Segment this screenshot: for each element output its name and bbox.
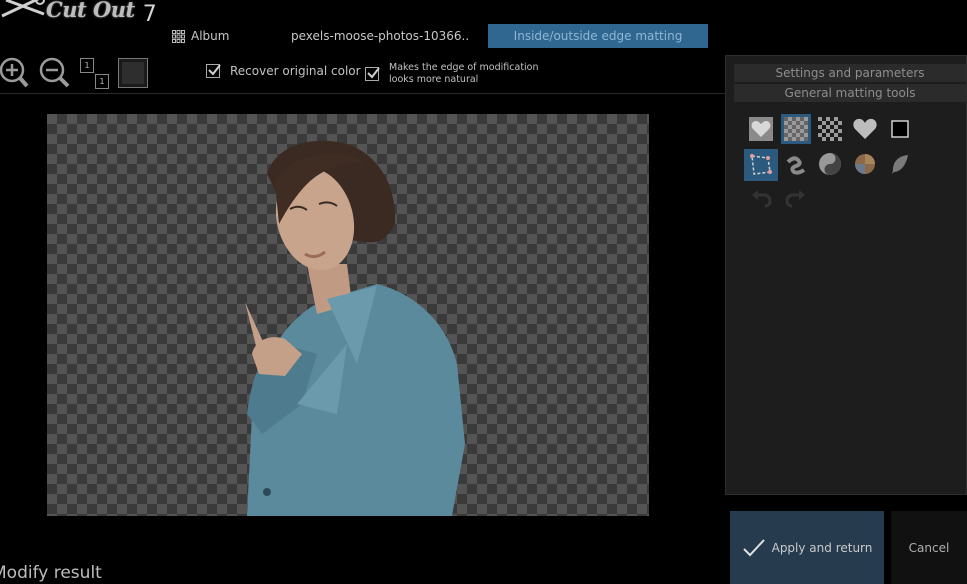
lasso-icon [750, 154, 772, 175]
natural-edge-line1: Makes the edge of modification [389, 62, 539, 73]
undo-icon [752, 190, 772, 208]
cancel-button[interactable]: Cancel [891, 511, 967, 584]
checkerboard-icon [784, 117, 808, 141]
tab-album[interactable]: Album [172, 24, 229, 48]
fit-window-icon [122, 62, 144, 84]
undo-button[interactable] [746, 183, 776, 213]
tab-file[interactable]: pexels-moose-photos-10366.. [291, 24, 469, 48]
checkerboard-dark-icon [818, 117, 842, 141]
natural-edge-line2: looks more natural [389, 74, 479, 85]
brush-strokes-icon [786, 156, 806, 175]
brush-tool[interactable] [781, 149, 811, 179]
recover-color-label: Recover original color [230, 64, 361, 78]
app-version: 7 [142, 2, 157, 27]
app-logo: Cut Out 7 [0, 0, 157, 30]
fit-window-button[interactable] [118, 58, 148, 88]
modify-result-label: Modify result [0, 563, 102, 583]
actual-size-button[interactable]: 1 1 [80, 58, 110, 90]
yin-yang-icon [819, 153, 841, 175]
checkmark-icon [367, 67, 380, 79]
tab-album-label: Album [191, 29, 230, 43]
transparent-tool[interactable] [815, 114, 845, 144]
feather-icon [892, 155, 908, 174]
rectangle-tool[interactable] [885, 114, 915, 144]
zoom-in-icon[interactable] [0, 56, 30, 90]
tab-edge-matting[interactable]: Inside/outside edge matting [488, 24, 708, 48]
cutout-subject [245, 140, 465, 516]
heart-icon [749, 117, 773, 141]
app-name: Cut Out [46, 0, 135, 22]
recover-color-option[interactable]: Recover original color [206, 64, 361, 78]
checkmark-icon [208, 64, 221, 76]
scissors-icon [1, 0, 45, 18]
grid-icon [172, 29, 185, 43]
feather-tool[interactable] [885, 149, 915, 179]
natural-edge-checkbox[interactable] [365, 67, 380, 81]
natural-edge-text: Makes the edge of modification looks mor… [389, 62, 539, 86]
ratio-bottom: 1 [95, 74, 109, 89]
general-tools-header[interactable]: General matting tools [734, 84, 966, 102]
image-canvas[interactable] [47, 114, 649, 516]
redo-button[interactable] [781, 183, 811, 213]
apply-label: Apply and return [771, 540, 873, 555]
redo-icon [785, 190, 805, 208]
zoom-out-icon[interactable] [38, 56, 72, 90]
smooth-tool[interactable] [815, 149, 845, 179]
color-ball-icon [855, 154, 875, 174]
checkmark-icon [742, 538, 765, 556]
settings-header[interactable]: Settings and parameters [734, 64, 966, 82]
settings-panel: Settings and parameters General matting … [725, 55, 967, 495]
square-icon [891, 120, 909, 138]
toolbar-divider [0, 93, 726, 94]
checker-fill-tool[interactable] [781, 114, 811, 144]
natural-edge-option[interactable]: Makes the edge of modification looks mor… [365, 62, 539, 86]
heart-icon [853, 118, 877, 139]
keep-heart-tool[interactable] [746, 114, 776, 144]
heart-shape-tool[interactable] [850, 114, 880, 144]
apply-and-return-button[interactable]: Apply and return [730, 511, 884, 584]
color-tool[interactable] [850, 149, 880, 179]
edge-select-tool[interactable] [744, 149, 778, 181]
recover-color-checkbox[interactable] [206, 64, 221, 78]
ratio-top: 1 [80, 58, 94, 73]
